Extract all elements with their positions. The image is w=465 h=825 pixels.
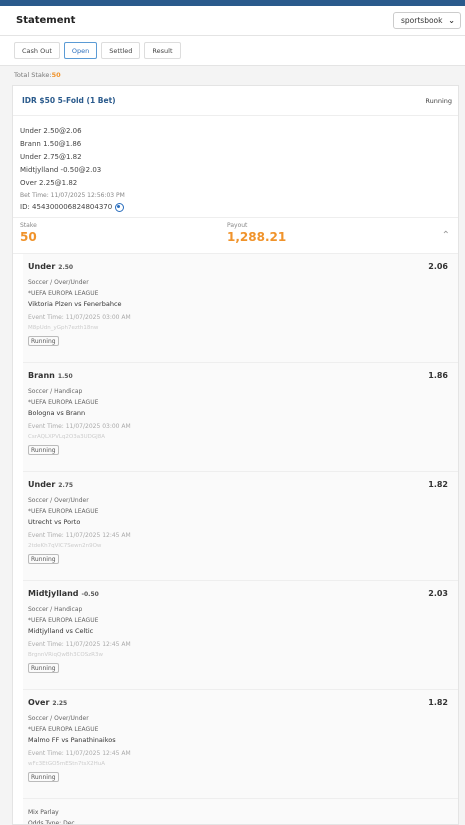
stake-label: Stake xyxy=(20,222,37,229)
tab-open[interactable]: Open xyxy=(63,42,98,59)
leg-selection: Under 2.75 xyxy=(28,480,74,489)
leg-league: *UEFA EUROPA LEAGUE xyxy=(28,725,99,733)
leg-match: Bologna vs Brann xyxy=(28,409,86,417)
leg-odds: 1.82 xyxy=(428,698,448,707)
leg-status-badge: Running xyxy=(28,662,59,673)
leg-handicap: -0.50 xyxy=(81,591,99,598)
bet-title: IDR $50 5-Fold (1 Bet) xyxy=(22,96,116,105)
leg-match: Viktoria Plzen vs Fenerbahce xyxy=(28,300,122,308)
odds-type: Odds Type: Dec xyxy=(28,819,75,825)
stake-value: 50 xyxy=(20,230,37,244)
leg-event-time: Event Time: 11/07/2025 03:00 AM xyxy=(28,422,131,430)
leg-item: Over 2.25 1.82 Soccer / Over/Under *UEFA … xyxy=(23,690,458,799)
leg-item: Brann 1.50 1.86 Soccer / Handicap *UEFA E… xyxy=(23,363,458,472)
leg-handicap: 2.50 xyxy=(58,264,74,271)
bet-status: Running xyxy=(425,96,452,105)
statement-header: Statement sportsbook ⌄ xyxy=(0,6,465,36)
leg-event-time: Event Time: 11/07/2025 12:45 AM xyxy=(28,531,131,539)
legs-summary: Under 2.50@2.06 Brann 1.50@1.86 Under 2.… xyxy=(13,116,458,218)
statement-tabs: Cash Out Open Settled Result xyxy=(0,36,465,66)
leg-status-badge: Running xyxy=(28,771,59,782)
tab-settled[interactable]: Settled xyxy=(101,42,141,59)
leg-odds: 1.82 xyxy=(428,480,448,489)
payout-label: Payout xyxy=(227,222,248,229)
product-dropdown-value: sportsbook xyxy=(401,16,443,25)
bet-card-header: IDR $50 5-Fold (1 Bet) Running xyxy=(13,86,458,116)
leg-market: Soccer / Handicap xyxy=(28,388,83,395)
leg-handicap: 1.50 xyxy=(57,373,73,380)
summary-line: Under 2.75@1.82 xyxy=(20,153,82,161)
leg-item: Midtjylland -0.50 2.03 Soccer / Handicap … xyxy=(23,581,458,690)
bet-card: IDR $50 5-Fold (1 Bet) Running Under 2.5… xyxy=(12,85,459,825)
leg-selection: Over 2.25 xyxy=(28,698,68,707)
payout-value: 1,288.21 xyxy=(227,230,287,244)
leg-market: Soccer / Over/Under xyxy=(28,715,89,722)
payout-col: Payout 1,288.21 xyxy=(227,222,434,253)
bet-type: Mix Parlay xyxy=(28,809,59,816)
leg-code: BrgnnVRiqQwBh3COSzR3w xyxy=(28,652,103,658)
bet-id-row: ID: 454300006824804370 xyxy=(20,201,451,213)
copy-icon[interactable] xyxy=(115,202,125,212)
bet-id: ID: 454300006824804370 xyxy=(20,203,113,211)
leg-odds: 2.03 xyxy=(428,589,448,598)
leg-league: *UEFA EUROPA LEAGUE xyxy=(28,398,99,406)
leg-league: *UEFA EUROPA LEAGUE xyxy=(28,289,99,297)
leg-item: Under 2.75 1.82 Soccer / Over/Under *UEFA… xyxy=(23,472,458,581)
leg-selection: Midtjylland -0.50 xyxy=(28,589,99,598)
stake-payout-row: Stake 50 Payout 1,288.21 ⌃ xyxy=(13,218,458,254)
summary-line: Brann 1.50@1.86 xyxy=(20,140,82,148)
leg-handicap: 2.25 xyxy=(52,700,68,707)
total-stake-label: Total Stake: xyxy=(14,71,52,79)
leg-match: Utrecht vs Porto xyxy=(28,518,81,526)
leg-code: 2tdeKh7qVlC7Sewn2n9Ow xyxy=(28,543,102,549)
leg-event-time: Event Time: 11/07/2025 03:00 AM xyxy=(28,313,131,321)
leg-selection: Under 2.50 xyxy=(28,262,74,271)
bet-time: Bet Time: 11/07/2025 12:56:03 PM xyxy=(20,192,125,199)
tab-result[interactable]: Result xyxy=(144,42,181,59)
leg-code: wFc3EtGO5mEStn7tsX2HuA xyxy=(28,761,106,767)
leg-league: *UEFA EUROPA LEAGUE xyxy=(28,507,99,515)
leg-handicap: 2.75 xyxy=(58,482,74,489)
product-dropdown[interactable]: sportsbook ⌄ xyxy=(393,12,461,29)
leg-selection: Brann 1.50 xyxy=(28,371,73,380)
chevron-down-icon: ⌄ xyxy=(448,16,455,25)
summary-line: Over 2.25@1.82 xyxy=(20,179,78,187)
leg-status-badge: Running xyxy=(28,335,59,346)
leg-market: Soccer / Over/Under xyxy=(28,497,89,504)
stake-col: Stake 50 xyxy=(20,222,227,253)
tab-cash-out[interactable]: Cash Out xyxy=(14,42,60,59)
leg-market: Soccer / Handicap xyxy=(28,606,83,613)
leg-market: Soccer / Over/Under xyxy=(28,279,89,286)
total-stake-value: 50 xyxy=(51,71,61,79)
legs-list: Under 2.50 2.06 Soccer / Over/Under *UEFA… xyxy=(13,254,458,799)
total-stake: Total Stake: 50 xyxy=(0,66,465,84)
leg-match: Midtjylland vs Celtic xyxy=(28,627,94,635)
leg-event-time: Event Time: 11/07/2025 12:45 AM xyxy=(28,640,131,648)
summary-line: Midtjylland -0.50@2.03 xyxy=(20,166,102,174)
leg-code: CsrAQLXPVLq2O3a3UDGJ8A xyxy=(28,434,106,440)
leg-event-time: Event Time: 11/07/2025 12:45 AM xyxy=(28,749,131,757)
summary-line: Under 2.50@2.06 xyxy=(20,127,82,135)
leg-item: Under 2.50 2.06 Soccer / Over/Under *UEFA… xyxy=(23,254,458,363)
leg-league: *UEFA EUROPA LEAGUE xyxy=(28,616,99,624)
bet-footer: Mix Parlay Odds Type: Dec xyxy=(23,799,458,825)
chevron-up-icon[interactable]: ⌃ xyxy=(442,230,450,241)
leg-match: Malmo FF vs Panathinaikos xyxy=(28,736,116,744)
leg-code: M8pUdn_yGph7ezth18nw xyxy=(28,325,99,331)
leg-status-badge: Running xyxy=(28,553,59,564)
page-title: Statement xyxy=(16,15,76,26)
leg-odds: 2.06 xyxy=(428,262,448,271)
leg-odds: 1.86 xyxy=(428,371,448,380)
leg-status-badge: Running xyxy=(28,444,59,455)
